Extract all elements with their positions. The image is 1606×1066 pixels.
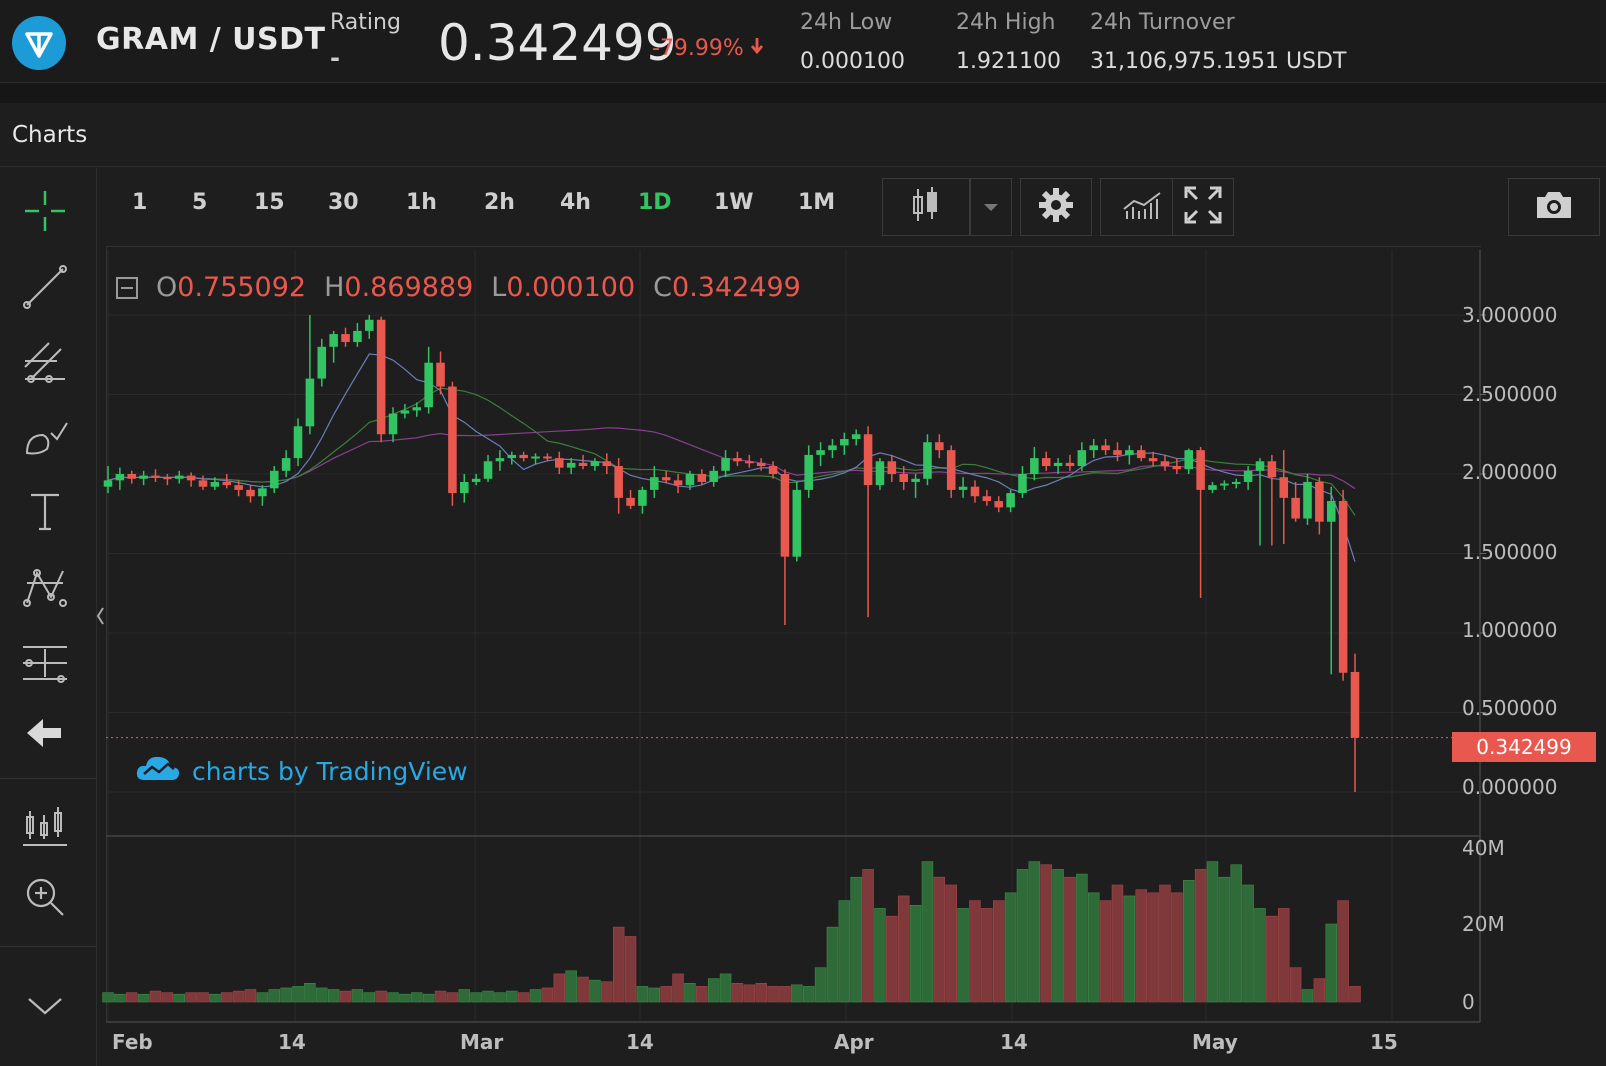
stat-24h-low: 24h Low 0.000100 [800, 10, 905, 74]
ohlc-close-label: C [653, 272, 673, 303]
ohlc-high-label: H [324, 272, 345, 303]
volume-tick: 0 [1462, 990, 1475, 1014]
stat-24h-turnover: 24h Turnover 31,106,975.1951 USDT [1090, 10, 1346, 74]
last-price-tag: 0.342499 [1452, 732, 1596, 762]
tradingview-cloud-icon [134, 752, 182, 790]
trend-line-icon[interactable] [16, 258, 74, 316]
y-tick: 0.500000 [1462, 696, 1558, 720]
stat-label: 24h High [956, 10, 1056, 35]
chart-type-dropdown[interactable] [970, 178, 1012, 236]
snapshot-button[interactable] [1508, 178, 1600, 236]
brush-icon[interactable] [16, 408, 74, 466]
divider-band [0, 83, 1606, 103]
lock-candles-icon[interactable] [16, 798, 74, 856]
tool-separator [0, 946, 96, 947]
x-tick: May [1192, 1030, 1238, 1054]
ohlc-close-value: 0.342499 [672, 272, 801, 303]
ohlc-open-value: 0.755092 [177, 272, 307, 303]
timeframe-1w[interactable]: 1W [714, 190, 754, 215]
drawing-toolbar [0, 168, 97, 1066]
ton-logo-icon [12, 16, 66, 70]
text-icon[interactable] [16, 482, 74, 540]
ohlc-open-label: O [156, 272, 178, 303]
pattern-icon[interactable] [16, 558, 74, 616]
x-tick: 14 [1000, 1030, 1028, 1054]
y-tick: 3.000000 [1462, 303, 1558, 327]
timeframe-1d[interactable]: 1D [638, 190, 672, 215]
price-change-value: -79.99% [652, 36, 744, 61]
x-tick: 14 [626, 1030, 654, 1054]
last-price: 0.342499 [438, 14, 677, 72]
y-tick: 2.500000 [1462, 382, 1558, 406]
timeframe-30[interactable]: 30 [328, 190, 359, 215]
timeframe-15[interactable]: 15 [254, 190, 285, 215]
x-tick: 15 [1370, 1030, 1398, 1054]
x-tick: 14 [278, 1030, 306, 1054]
collapse-toolbar-icon[interactable] [96, 606, 104, 626]
crosshair-icon[interactable] [16, 182, 74, 240]
tradingview-watermark[interactable]: charts by TradingView [134, 752, 468, 790]
zoom-in-icon[interactable] [16, 868, 74, 926]
timeframe-2h[interactable]: 2h [484, 190, 515, 215]
timeframe-4h[interactable]: 4h [560, 190, 591, 215]
ohlc-low-value: 0.000100 [506, 272, 636, 303]
price-change: -79.99% [652, 36, 764, 61]
back-arrow-icon[interactable] [16, 704, 74, 762]
dropdown-arrow-icon [983, 198, 999, 217]
chart-toolbar: 1 5 15 30 1h 2h 4h 1D 1W 1M [100, 170, 1606, 236]
rating-value: - [330, 44, 340, 72]
panel-header: Charts [0, 104, 1606, 167]
timeframe-1h[interactable]: 1h [406, 190, 437, 215]
stat-value: 0.000100 [800, 49, 905, 74]
candles-icon [911, 185, 941, 229]
ohlc-legend: O0.755092 H0.869889 L0.000100 C0.342499 [116, 272, 801, 303]
volume-tick: 40M [1462, 836, 1505, 860]
settings-button[interactable] [1020, 178, 1092, 236]
x-tick: Apr [834, 1030, 874, 1054]
down-arrow-icon [750, 36, 764, 61]
pair-name[interactable]: GRAM / USDT [96, 22, 325, 57]
chart-area[interactable] [106, 246, 1481, 1021]
collapse-legend-icon[interactable] [116, 276, 138, 299]
stat-label: 24h Low [800, 10, 893, 35]
rating-label: Rating [330, 10, 401, 35]
tool-separator [0, 778, 96, 779]
panel-title: Charts [12, 122, 88, 148]
y-tick: 2.000000 [1462, 460, 1558, 484]
timeframe-5[interactable]: 5 [192, 190, 207, 215]
ohlc-low-label: L [491, 272, 507, 303]
camera-icon [1533, 189, 1575, 225]
measure-icon[interactable] [16, 634, 74, 692]
gear-icon [1038, 187, 1074, 227]
timeframe-1[interactable]: 1 [132, 190, 147, 215]
scroll-down-icon[interactable] [16, 978, 74, 1036]
fullscreen-icon [1184, 186, 1222, 228]
stat-label: 24h Turnover [1090, 10, 1235, 35]
x-tick: Mar [460, 1030, 504, 1054]
timeframe-1m[interactable]: 1M [798, 190, 835, 215]
x-tick: Feb [112, 1030, 153, 1054]
ticker-header: GRAM / USDT Rating - 0.342499 -79.99% 24… [0, 0, 1606, 83]
fib-tool-icon[interactable] [16, 334, 74, 392]
y-tick: 0.000000 [1462, 775, 1558, 799]
fullscreen-button[interactable] [1172, 178, 1234, 236]
chart-type-button[interactable] [882, 178, 970, 236]
stat-24h-high: 24h High 1.921100 [956, 10, 1061, 74]
watermark-text: charts by TradingView [192, 756, 468, 786]
stat-value: 1.921100 [956, 49, 1061, 74]
stat-value: 31,106,975.1951 USDT [1090, 49, 1347, 74]
y-tick: 1.500000 [1462, 540, 1558, 564]
indicators-icon [1122, 189, 1162, 225]
y-tick: 1.000000 [1462, 618, 1558, 642]
ohlc-high-value: 0.869889 [344, 272, 474, 303]
volume-tick: 20M [1462, 912, 1505, 936]
